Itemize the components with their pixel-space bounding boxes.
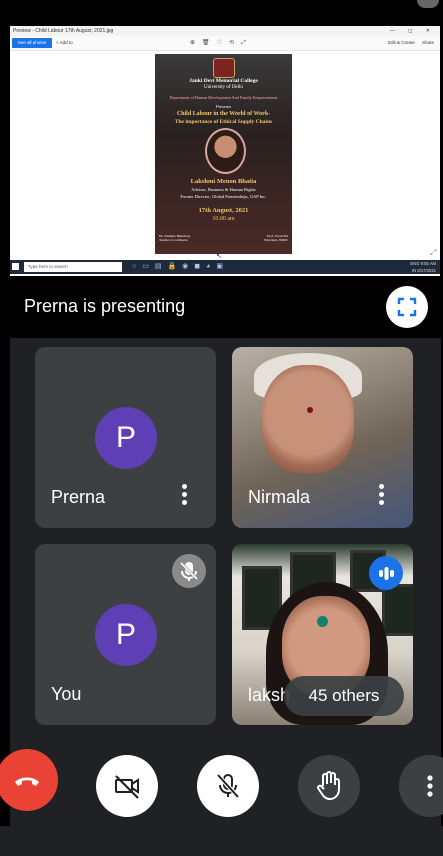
more-options-button[interactable] [182, 481, 188, 508]
expand-icon: ⤢ [430, 248, 437, 257]
viewer-toolbar-icons: ⊕🗑♡⟲⤢ [190, 40, 253, 46]
mouse-cursor-icon: ↖ [216, 253, 222, 260]
poster-title-2: The importance of Ethical Supply Chains [174, 119, 273, 125]
poster-speaker-role-1: Advisor, Business & Human Rights [191, 187, 256, 192]
poster-department: Department of Human Development And Fami… [169, 95, 278, 100]
poster-title-1: Child Labour in the World of Work- [176, 111, 271, 117]
add-to-button: + Add to [56, 40, 73, 45]
mic-off-icon [216, 773, 240, 799]
poster-speaker: Lakshmi Menon Bhatia [190, 178, 257, 185]
windows-taskbar: Type here to search ○▭▤🔒◉◼◕▣ ENG 9:55 AM… [10, 260, 440, 274]
participant-tile-nirmala[interactable]: Nirmala [232, 347, 413, 528]
participant-tile-you[interactable]: P You [35, 544, 216, 725]
tray-date: 8/17/2021 [417, 268, 436, 273]
videocam-off-icon [115, 775, 139, 799]
taskbar-app-icons: ○▭▤🔒◉◼◕▣ [132, 263, 229, 270]
participant-tile-lakshmi[interactable]: laksh 45 others [232, 544, 413, 725]
fullscreen-button[interactable] [386, 286, 428, 328]
window-title: Preview - Child Labour 17th August, 2021… [13, 28, 114, 34]
shared-screen: Preview - Child Labour 17th August, 2021… [10, 26, 440, 276]
avatar: P [95, 604, 157, 666]
share-button: Share [421, 40, 434, 45]
others-count-button[interactable]: 45 others [284, 676, 404, 716]
poster-date: 17th August, 2021 [198, 207, 249, 214]
photos-toolbar: See all photos + Add to ⊕🗑♡⟲⤢ Edit & Cre… [10, 36, 440, 51]
fullscreen-icon [397, 297, 417, 317]
taskbar-search: Type here to search [24, 262, 122, 272]
audio-level-icon [369, 556, 403, 590]
poster-time: 10.00 am [212, 216, 235, 222]
window-controls: — ◻ ✕ [389, 28, 436, 34]
face [262, 365, 354, 473]
status-band [0, 0, 443, 26]
poster-university: University of Delhi [204, 85, 243, 90]
see-all-photos-button: See all photos [12, 38, 52, 48]
college-logo [213, 58, 235, 78]
wall-frame [382, 584, 413, 636]
avatar: P [95, 407, 157, 469]
poster-presents: Presents [215, 104, 232, 109]
mic-off-icon [172, 554, 206, 588]
edit-create-button: Edit & Create [387, 40, 415, 45]
participant-name: You [51, 684, 82, 704]
call-end-icon [15, 777, 39, 786]
poster-speaker-role-2: Former Director, Global Partnerships, GA… [180, 194, 267, 199]
poster-footer-right: Prof. Swati Pal Principal, JDMC [159, 234, 288, 242]
more-options-button[interactable] [379, 481, 385, 508]
raise-hand-button[interactable] [298, 755, 360, 817]
participant-name: Nirmala [248, 487, 311, 507]
footer-right-role: Principal, JDMC [264, 238, 288, 242]
tray-region: IN [412, 268, 417, 273]
bindi [307, 407, 313, 413]
presenting-label: Prerna is presenting [24, 296, 186, 316]
tray-lang: ENG [410, 261, 420, 266]
windows-start-icon [12, 263, 19, 270]
camera-toggle-button[interactable] [96, 755, 158, 817]
poster-college: Janki Devi Memorial College [189, 78, 258, 84]
tray-time: 9:55 AM [420, 261, 436, 266]
speaker-photo [205, 128, 246, 174]
raise-hand-icon [317, 771, 340, 800]
controls-bar [0, 826, 443, 856]
bindi [317, 616, 328, 627]
participant-name: Prerna [51, 487, 106, 507]
webinar-poster: Janki Devi Memorial College University o… [155, 54, 292, 254]
participant-tile-prerna[interactable]: P Prerna [35, 347, 216, 528]
more-vert-icon [427, 775, 433, 797]
toolbar-right: Edit & Create Share [382, 38, 434, 48]
mic-toggle-button[interactable] [197, 755, 259, 817]
taskbar-tray: ENG 9:55 AM IN 8/17/2021 [410, 260, 436, 274]
photos-titlebar: Preview - Child Labour 17th August, 2021… [10, 26, 440, 36]
